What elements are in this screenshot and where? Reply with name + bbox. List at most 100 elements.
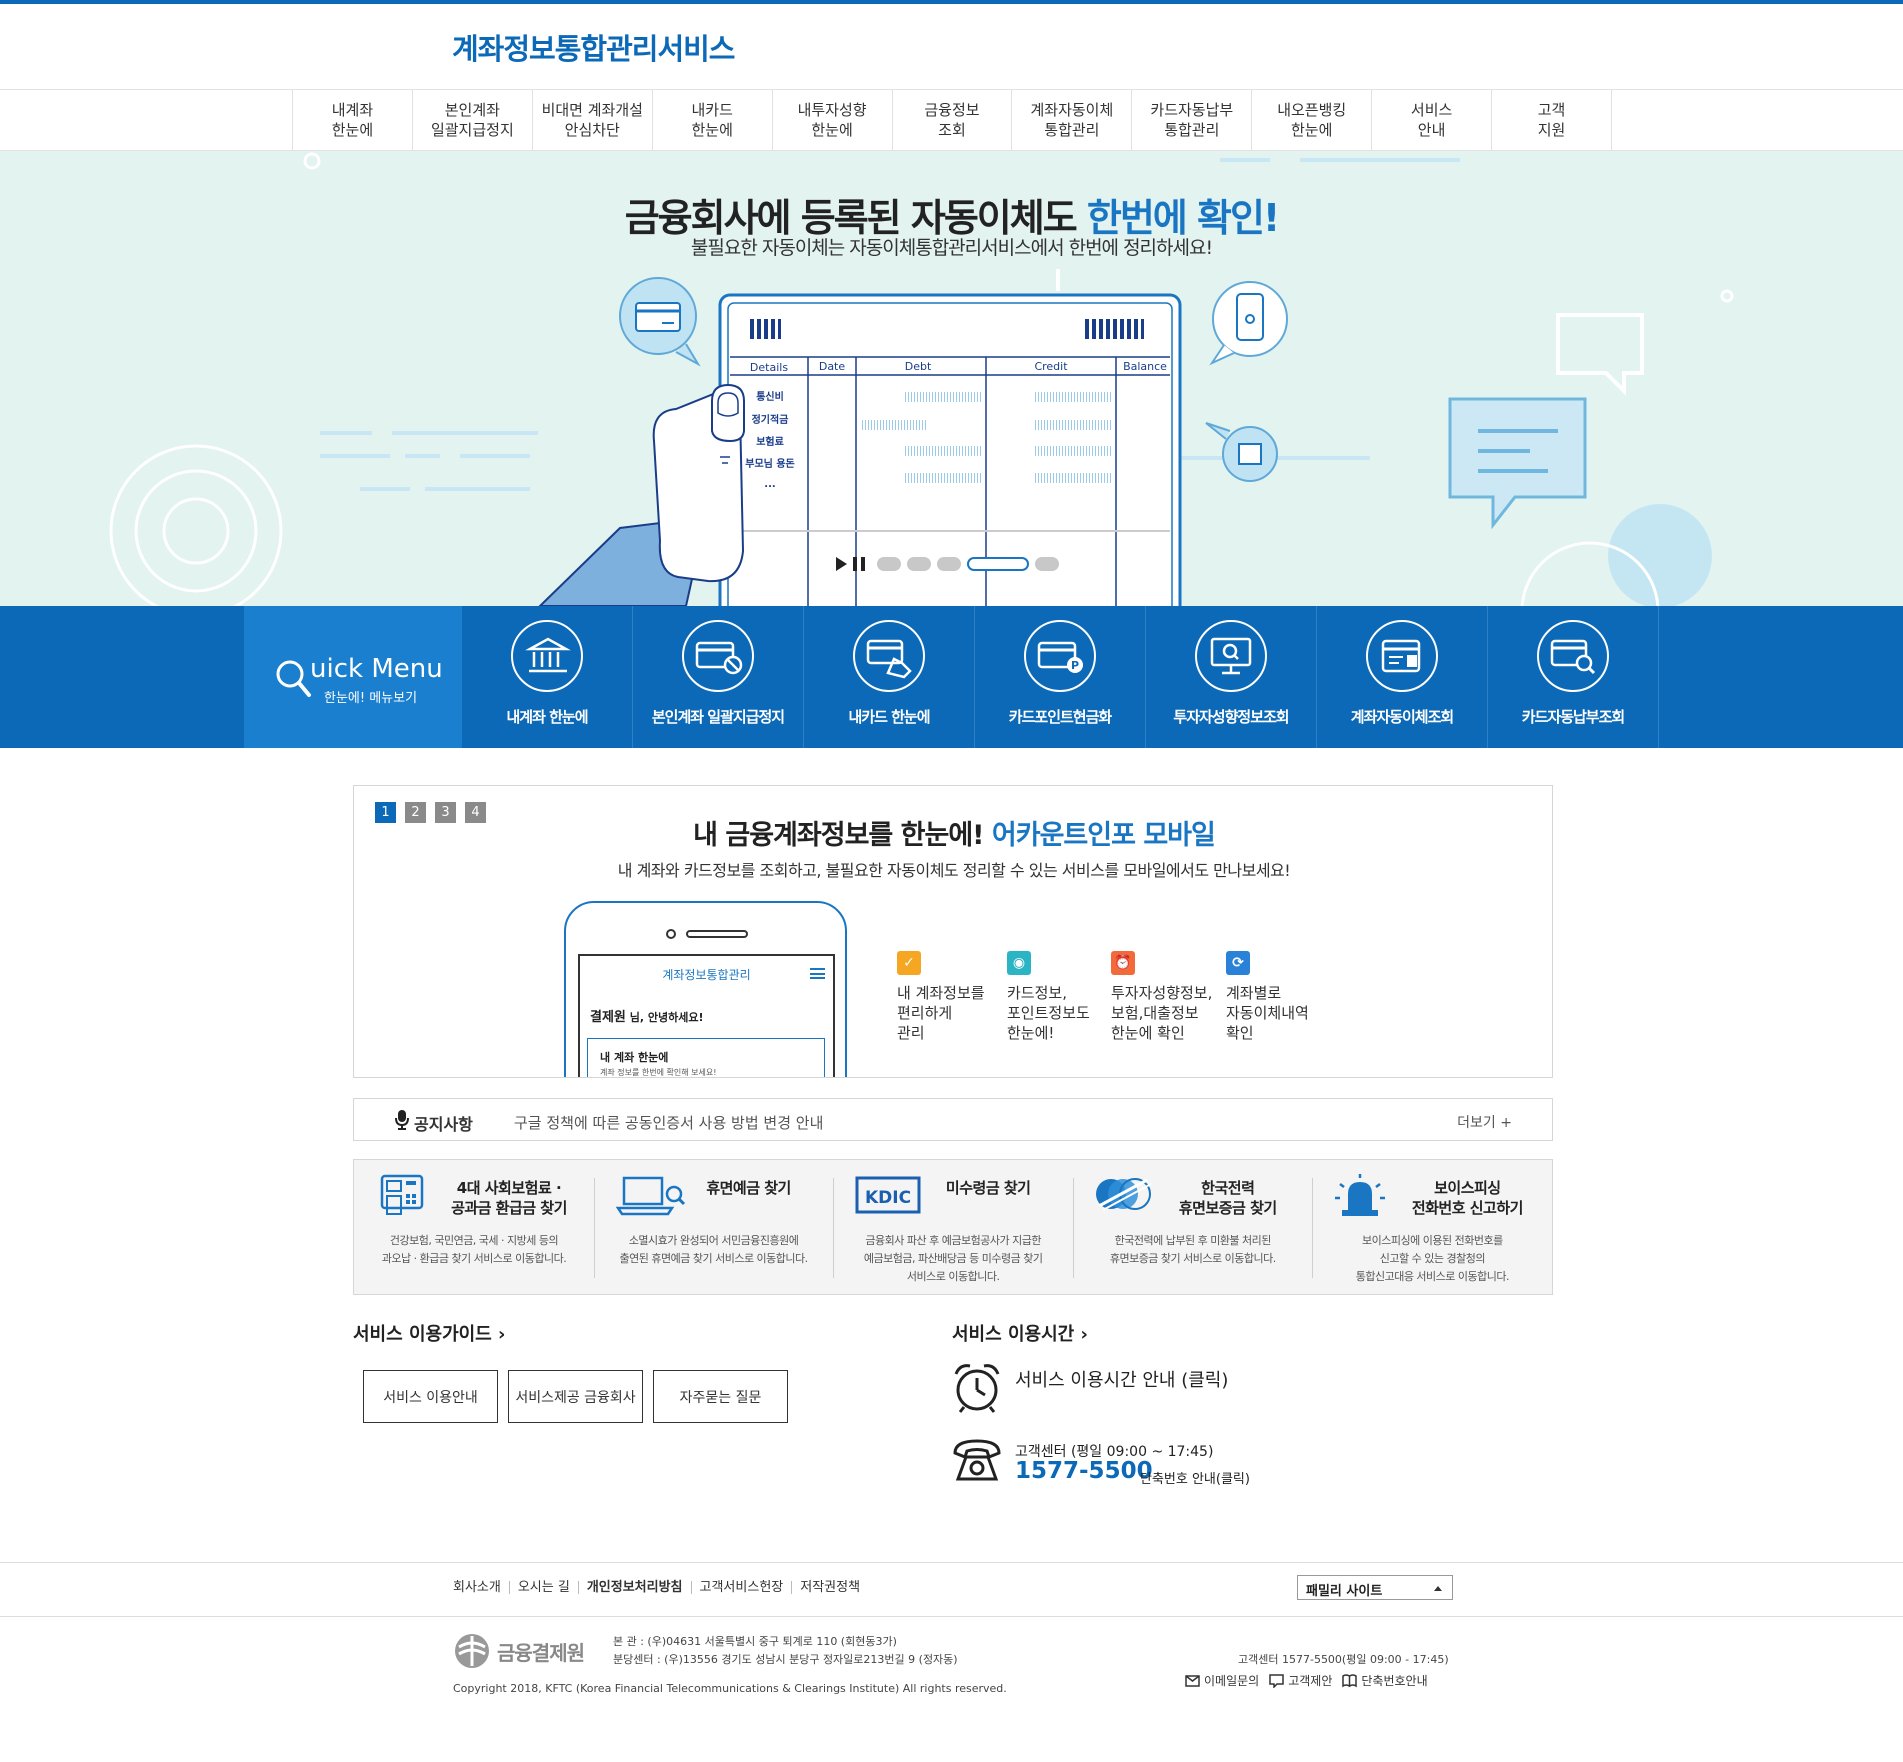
svg-text:부모님 용돈: 부모님 용돈 xyxy=(745,457,794,470)
book-icon xyxy=(1342,1673,1358,1688)
quick-menu-item[interactable]: 내카드 한눈에 xyxy=(804,606,975,748)
service-description: 한국전력에 납부된 후 미환불 처리된 휴면보증금 찾기 서비스로 이동합니다. xyxy=(1109,1234,1276,1265)
guide-button[interactable]: 서비스 이용안내 xyxy=(363,1370,498,1423)
nav-item[interactable]: 계좌자동이체 통합관리 xyxy=(1012,90,1133,150)
service-time-link[interactable]: 서비스 이용시간 안내 (클릭) xyxy=(1015,1366,1228,1392)
nav-item[interactable]: 금융정보 조회 xyxy=(893,90,1013,150)
svg-text:정기적금: 정기적금 xyxy=(752,413,789,426)
guide-button[interactable]: 서비스제공 금융회사 xyxy=(508,1370,643,1423)
main-navigation: 내계좌 한눈에 본인계좌 일괄지급정지 비대면 계좌개설 안심차단 내카드 한눈에 내투… xyxy=(292,90,1612,150)
svg-text:보험료: 보험료 xyxy=(756,435,784,448)
slide-indicator[interactable] xyxy=(907,557,931,571)
play-icon[interactable] xyxy=(836,557,847,571)
app-greeting: 결제원 님, 안녕하세요! xyxy=(590,1010,704,1025)
telephone-icon xyxy=(953,1439,1001,1481)
svg-text:Date: Date xyxy=(819,360,846,373)
feature-text: 계좌별로 자동이체내역 확인 xyxy=(1226,984,1309,1042)
phone-speaker xyxy=(686,930,748,938)
slide-indicator-active[interactable] xyxy=(967,557,1029,571)
quick-menu-label: 본인계좌 일괄지급정지 xyxy=(651,708,785,726)
promo-feature: ⟳ 계좌별로 자동이체내역 확인 xyxy=(1226,951,1309,1043)
footer-contact-link[interactable]: 단축번호안내 xyxy=(1342,1672,1428,1689)
footer-nav: 회사소개 오시는 길 개인정보처리방침 고객서비스헌장 저작권정책 패밀리 사이트 xyxy=(0,1562,1903,1617)
service-guide-title[interactable]: 서비스 이용가이드 › xyxy=(353,1320,505,1346)
promo-feature: ✓ 내 계좌정보를 편리하게 관리 xyxy=(897,951,985,1043)
footer-contact-label: 이메일문의 xyxy=(1204,1674,1260,1688)
nav-item[interactable]: 내투자성향 한눈에 xyxy=(773,90,893,150)
chevron-right-icon: › xyxy=(498,1324,506,1345)
svg-text:Balance: Balance xyxy=(1123,360,1167,373)
nav-item[interactable]: 고객 지원 xyxy=(1492,90,1612,150)
quick-menu-item[interactable]: 본인계좌 일괄지급정지 xyxy=(633,606,804,748)
footer-link[interactable]: 오시는 길 xyxy=(508,1581,578,1594)
app-title: 계좌정보통합관리 xyxy=(662,968,751,982)
quick-menu-item[interactable]: P 카드포인트현금화 xyxy=(975,606,1146,748)
short-number-link[interactable]: 단축번호 안내(클릭) xyxy=(1140,1468,1250,1487)
quick-menu-label: 투자자성향정보조회 xyxy=(1173,708,1289,726)
footer-contact-link[interactable]: 이메일문의 xyxy=(1185,1672,1259,1689)
footer-contact-label: 단축번호안내 xyxy=(1361,1674,1428,1688)
footer-contact-label: 고객제안 xyxy=(1288,1674,1333,1688)
notice-label: 공지사항 xyxy=(414,1115,473,1134)
promo-title: 내 금융계좌정보를 한눈에! 어카운트인포 모바일 xyxy=(693,820,1216,851)
svg-text:Credit: Credit xyxy=(1034,360,1068,373)
footer-links: 회사소개 오시는 길 개인정보처리방침 고객서비스헌장 저작권정책 xyxy=(453,1581,868,1594)
footer-contact-link[interactable]: 고객제안 xyxy=(1269,1672,1332,1689)
slide-indicator[interactable] xyxy=(1035,557,1059,571)
card-search-icon xyxy=(1537,620,1609,692)
feature-icon: ⟳ xyxy=(1226,951,1250,975)
nav-item[interactable]: 서비스 안내 xyxy=(1372,90,1493,150)
service-time-title[interactable]: 서비스 이용시간 › xyxy=(952,1320,1088,1346)
site-title[interactable]: 계좌정보통합관리서비스 xyxy=(452,26,735,68)
related-services: 4대 사회보험료 · 공과금 환급금 찾기 건강보험, 국민연금, 국세 · 지방… xyxy=(353,1159,1553,1295)
hero-banner: Details Date Debt Credit Balance 통신비 정기적금 보험료 부… xyxy=(0,151,1903,606)
feature-icon: ✓ xyxy=(897,951,921,975)
card-point-icon: P xyxy=(1024,620,1096,692)
quick-menu-item[interactable]: 투자자성향정보조회 xyxy=(1146,606,1317,748)
footer-link[interactable]: 개인정보처리방침 xyxy=(577,1581,691,1594)
notice-headline[interactable]: 구글 정책에 따른 공동인증서 사용 방법 변경 안내 xyxy=(514,1112,823,1133)
service-card[interactable]: 4대 사회보험료 · 공과금 환급금 찾기 건강보험, 국민연금, 국세 · 지방… xyxy=(354,1160,594,1294)
svg-text:...: ... xyxy=(764,479,775,490)
nav-item[interactable]: 내오픈뱅킹 한눈에 xyxy=(1252,90,1373,150)
service-card[interactable]: 보이스피싱 전화번호 신고하기 보이스피싱에 이용된 전화번호를 신고할 수 있는… xyxy=(1312,1160,1552,1294)
app-card-subtitle: 계좌 정보를 한번에 확인해 보세요! xyxy=(600,1068,717,1077)
chat-bubble-icon xyxy=(1269,1673,1284,1688)
service-card[interactable]: 휴면예금 찾기 소멸시효가 완성되어 서민금융진흥원에 출연된 휴면예금 찾기 서… xyxy=(593,1160,834,1294)
service-description: 보이스피싱에 이용된 전화번호를 신고할 수 있는 경찰청의 통합신고대응 서비… xyxy=(1355,1234,1510,1283)
nav-item[interactable]: 내계좌 한눈에 xyxy=(293,90,413,150)
notice-more-link[interactable]: 더보기 + xyxy=(1457,1112,1512,1132)
family-site-select[interactable]: 패밀리 사이트 xyxy=(1297,1575,1453,1600)
chevron-right-icon: › xyxy=(1080,1324,1088,1345)
nav-item[interactable]: 비대면 계좌개설 안심차단 xyxy=(533,90,653,150)
quick-menu-label: 계좌자동이체조회 xyxy=(1350,708,1454,726)
guide-button[interactable]: 자주묻는 질문 xyxy=(653,1370,788,1423)
feature-text: 내 계좌정보를 편리하게 관리 xyxy=(897,984,985,1042)
nav-item[interactable]: 카드자동납부 통합관리 xyxy=(1132,90,1253,150)
envelope-icon xyxy=(1185,1673,1200,1688)
service-guide-buttons: 서비스 이용안내 서비스제공 금융회사 자주묻는 질문 xyxy=(363,1370,788,1423)
quick-menu-label: 카드포인트현금화 xyxy=(1008,708,1112,726)
footer-link[interactable]: 회사소개 xyxy=(453,1581,509,1594)
quick-menu-item[interactable]: 계좌자동이체조회 xyxy=(1317,606,1488,748)
alarm-clock-icon xyxy=(954,1364,1000,1413)
nav-item[interactable]: 내카드 한눈에 xyxy=(653,90,773,150)
account-transfer-icon xyxy=(1366,620,1438,692)
quick-menu-item[interactable]: 카드자동납부조회 xyxy=(1488,606,1659,748)
pause-icon[interactable] xyxy=(853,557,865,571)
app-account-card: 내 계좌 한눈에 계좌 정보를 한번에 확인해 보세요! xyxy=(587,1038,825,1077)
bank-icon xyxy=(511,620,583,692)
slide-indicator[interactable] xyxy=(937,557,961,571)
service-card[interactable]: 한국전력 휴면보증금 찾기 한국전력에 납부된 후 미환불 처리된 휴면보증금 찾… xyxy=(1072,1160,1313,1294)
footer-link[interactable]: 고객서비스헌장 xyxy=(690,1581,792,1594)
footer-copyright: Copyright 2018, KFTC (Korea Financial Te… xyxy=(453,1682,1007,1695)
nav-item[interactable]: 본인계좌 일괄지급정지 xyxy=(413,90,533,150)
service-description: 소멸시효가 완성되어 서민금융진흥원에 출연된 휴면예금 찾기 서비스로 이동합… xyxy=(619,1234,809,1265)
footer-link[interactable]: 저작권정책 xyxy=(791,1581,868,1594)
footer-address: 본 관 : (우)04631 서울특별시 중구 퇴계로 110 (회현동3가) … xyxy=(613,1635,958,1666)
service-card[interactable]: KDIC 미수령금 찾기 금융회사 파산 후 예금보험공사가 지급한 예금보험금, … xyxy=(833,1160,1073,1294)
quick-menu-item[interactable]: 내계좌 한눈에 xyxy=(462,606,633,748)
svg-text:KDIC: KDIC xyxy=(865,1188,911,1208)
promo-title-highlight: 어카운트인포 모바일 xyxy=(991,820,1216,851)
slide-indicator[interactable] xyxy=(877,557,901,571)
